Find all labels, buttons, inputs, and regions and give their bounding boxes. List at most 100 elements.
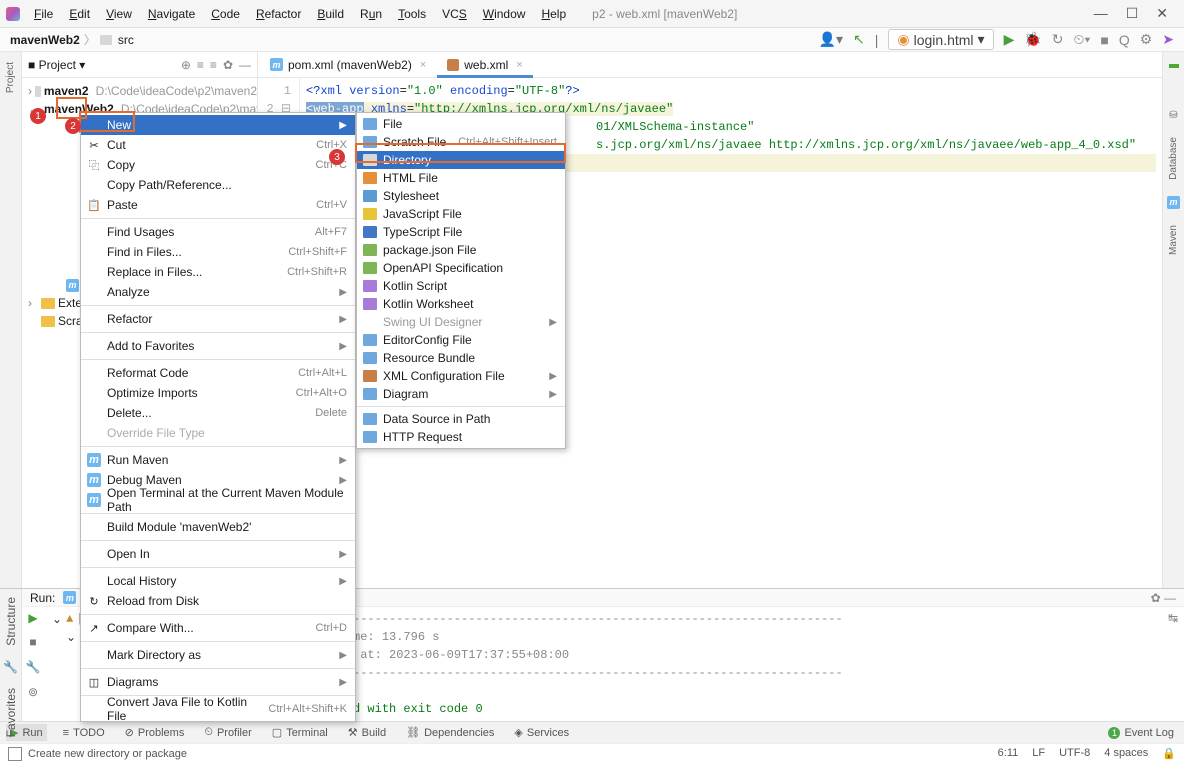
project-tool-tab[interactable]: Project	[5, 58, 16, 97]
menu-edit[interactable]: Edit	[61, 4, 98, 24]
menu-view[interactable]: View	[98, 4, 140, 24]
context-menu-item[interactable]: Reformat CodeCtrl+Alt+L	[81, 363, 355, 383]
tool-tab-build[interactable]: ⚒Build	[344, 724, 390, 741]
minimize-button[interactable]: —	[1094, 5, 1108, 22]
submenu-item[interactable]: HTML File	[357, 169, 565, 187]
submenu-item[interactable]: Data Source in Path	[357, 410, 565, 428]
context-menu-item[interactable]: Find UsagesAlt+F7	[81, 222, 355, 242]
context-menu-item[interactable]: Build Module 'mavenWeb2'	[81, 517, 355, 537]
target-icon[interactable]: ⊕	[181, 58, 191, 72]
run-settings-icon[interactable]: ✿ —	[1151, 591, 1176, 605]
submenu-item[interactable]: package.json File	[357, 241, 565, 259]
menu-vcs[interactable]: VCS	[434, 4, 475, 24]
submenu-item[interactable]: JavaScript File	[357, 205, 565, 223]
run-config-selector[interactable]: ◉ login.html ▾	[888, 29, 993, 50]
stop-button[interactable]: ■	[1100, 32, 1108, 48]
status-position[interactable]: 6:11	[998, 747, 1019, 760]
context-menu-item[interactable]: New▶	[81, 115, 355, 135]
expand-icon[interactable]: ≡	[197, 58, 204, 72]
collapse-icon[interactable]: ≡	[210, 58, 217, 72]
context-menu-item[interactable]: Replace in Files...Ctrl+Shift+R	[81, 262, 355, 282]
stop-button[interactable]: ■	[29, 636, 36, 650]
breadcrumb-src[interactable]: src	[118, 33, 134, 47]
context-menu[interactable]: New▶✂CutCtrl+X⿻CopyCtrl+CCopy Path/Refer…	[80, 112, 356, 722]
submenu-item[interactable]: EditorConfig File	[357, 331, 565, 349]
status-line-sep[interactable]: LF	[1032, 747, 1045, 760]
menu-refactor[interactable]: Refactor	[248, 4, 309, 24]
submenu-item[interactable]: Diagram▶	[357, 385, 565, 403]
status-encoding[interactable]: UTF-8	[1059, 747, 1090, 760]
rerun-button[interactable]: ▶	[28, 611, 37, 626]
debug-button[interactable]: 🐞	[1024, 31, 1041, 48]
submenu-item[interactable]: Kotlin Script	[357, 277, 565, 295]
context-menu-item[interactable]: ⿻CopyCtrl+C	[81, 155, 355, 175]
maven-tool-icon[interactable]: m	[1167, 196, 1180, 209]
tab-pom[interactable]: mpom.xml (mavenWeb2)×	[260, 52, 437, 77]
submenu-item[interactable]: Stylesheet	[357, 187, 565, 205]
context-menu-item[interactable]: ↗Compare With...Ctrl+D	[81, 618, 355, 638]
menu-window[interactable]: Window	[475, 4, 534, 24]
context-menu-item[interactable]: Analyze▶	[81, 282, 355, 302]
tool-tab-profiler[interactable]: ⏲Profiler	[200, 724, 255, 741]
purple-arrow-icon[interactable]: ➤	[1162, 31, 1174, 48]
run-button[interactable]: ▶	[1004, 31, 1015, 48]
submenu-item[interactable]: OpenAPI Specification	[357, 259, 565, 277]
submenu-item[interactable]: TypeScript File	[357, 223, 565, 241]
tool-tab-services[interactable]: ◈Services	[510, 724, 573, 741]
user-icon[interactable]: 👤▾	[819, 31, 843, 48]
context-menu-item[interactable]: Find in Files...Ctrl+Shift+F	[81, 242, 355, 262]
tool-tab-terminal[interactable]: ▢Terminal	[268, 724, 332, 741]
context-menu-item[interactable]: Optimize ImportsCtrl+Alt+O	[81, 383, 355, 403]
context-menu-item[interactable]: ◫Diagrams▶	[81, 672, 355, 692]
context-menu-item[interactable]: Convert Java File to Kotlin FileCtrl+Alt…	[81, 699, 355, 719]
menu-file[interactable]: File	[26, 4, 61, 24]
context-menu-item[interactable]: Add to Favorites▶	[81, 336, 355, 356]
context-menu-item[interactable]: Mark Directory as▶	[81, 645, 355, 665]
menu-build[interactable]: Build	[309, 4, 352, 24]
submenu-item[interactable]: File	[357, 115, 565, 133]
tool-tab-deps[interactable]: ⛓Dependencies	[402, 724, 498, 741]
submenu-item[interactable]: XML Configuration File▶	[357, 367, 565, 385]
context-menu-item[interactable]: Open In▶	[81, 544, 355, 564]
menu-navigate[interactable]: Navigate	[140, 4, 203, 24]
status-indent[interactable]: 4 spaces	[1104, 747, 1148, 760]
submenu-item[interactable]: Kotlin Worksheet	[357, 295, 565, 313]
inspection-marker[interactable]	[1169, 64, 1179, 68]
favorites-tab[interactable]: Favorites	[4, 684, 18, 741]
context-menu-item[interactable]: Local History▶	[81, 571, 355, 591]
submenu-item[interactable]: Swing UI Designer▶	[357, 313, 565, 331]
soft-wrap-icon[interactable]: ↹	[1168, 611, 1178, 626]
maximize-button[interactable]: ☐	[1126, 5, 1139, 22]
run-console[interactable]: [INFO] ---------------------------------…	[237, 607, 1162, 721]
tree-node-maven2[interactable]: › maven2 D:\Code\ideaCode\p2\maven2	[22, 82, 257, 100]
wrench-icon[interactable]: 🔧	[26, 660, 41, 675]
hammer-icon[interactable]: ↖	[853, 31, 865, 48]
context-menu-item[interactable]: Delete...Delete	[81, 403, 355, 423]
context-menu-item[interactable]: ↻Reload from Disk	[81, 591, 355, 611]
context-menu-item[interactable]: ✂CutCtrl+X	[81, 135, 355, 155]
gear-icon[interactable]: ✿	[223, 58, 233, 72]
profile-button[interactable]: ⏲▾	[1074, 31, 1091, 48]
close-tab-icon[interactable]: ×	[420, 59, 426, 71]
context-menu-item[interactable]: Copy Path/Reference...	[81, 175, 355, 195]
context-menu-item[interactable]: Override File Type	[81, 423, 355, 443]
context-menu-item[interactable]: Refactor▶	[81, 309, 355, 329]
status-frame-icon[interactable]	[8, 747, 22, 761]
lock-icon[interactable]: 🔒	[1162, 747, 1176, 760]
structure-tab[interactable]: Structure	[4, 593, 18, 650]
close-button[interactable]: ✕	[1156, 5, 1168, 22]
menu-tools[interactable]: Tools	[390, 4, 434, 24]
tool-tab-problems[interactable]: ⊘Problems	[121, 724, 189, 741]
menu-code[interactable]: Code	[203, 4, 248, 24]
menu-help[interactable]: Help	[533, 4, 574, 24]
database-tool-tab[interactable]: ⛁	[1169, 110, 1177, 121]
new-submenu[interactable]: FileScratch FileCtrl+Alt+Shift+InsertDir…	[356, 112, 566, 449]
submenu-item[interactable]: Directory	[357, 151, 565, 169]
filter-icon[interactable]: ⊚	[28, 685, 38, 700]
context-menu-item[interactable]: mRun Maven▶	[81, 450, 355, 470]
hide-icon[interactable]: —	[239, 58, 251, 72]
database-tab-label[interactable]: Database	[1168, 133, 1179, 184]
context-menu-item[interactable]: mOpen Terminal at the Current Maven Modu…	[81, 490, 355, 510]
tool-tab-event-log[interactable]: 1Event Log	[1104, 725, 1178, 741]
tab-web-xml[interactable]: web.xml×	[437, 52, 533, 77]
